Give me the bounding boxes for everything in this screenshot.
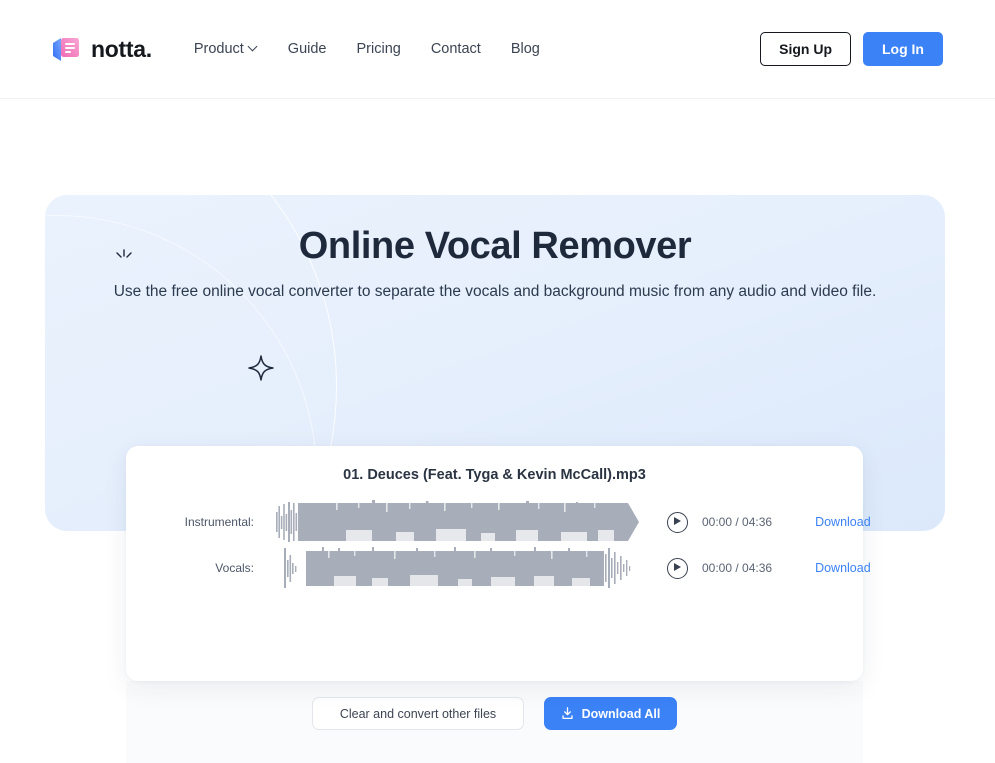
nav-item-contact[interactable]: Contact [431, 41, 481, 57]
page-title: Online Vocal Remover [45, 225, 945, 268]
time-display-instrumental: 00:00 / 04:36 [702, 515, 773, 529]
brand-name: notta. [91, 35, 152, 62]
page-title-text: Online Vocal Remover [298, 225, 692, 267]
download-all-label: Download All [581, 706, 661, 721]
track-controls-instrumental: 00:00 / 04:36 Download [667, 511, 871, 533]
file-name-label: 01. Deuces (Feat. Tyga & Kevin McCall).m… [343, 467, 646, 483]
track-row: Instrumental: 00:00 / 04:36 Download [126, 499, 871, 545]
nav-item-pricing-label: Pricing [356, 41, 401, 57]
sparkle-star-icon [248, 355, 274, 381]
sign-up-button[interactable]: Sign Up [760, 32, 851, 66]
nav-item-product[interactable]: Product [194, 41, 258, 57]
track-label-instrumental: Instrumental: [184, 515, 254, 529]
chevron-down-icon [249, 43, 258, 52]
notta-logo-icon [52, 36, 82, 63]
nav-item-pricing[interactable]: Pricing [357, 41, 401, 57]
brand-logo[interactable]: notta. [52, 36, 152, 63]
nav-item-blog-label: Blog [510, 41, 540, 57]
footer-action-bar: Clear and convert other files Download A… [126, 681, 863, 763]
nav-item-contact-label: Contact [430, 41, 481, 57]
waveform-vocals[interactable] [276, 546, 639, 590]
clear-and-convert-button[interactable]: Clear and convert other files [312, 697, 524, 730]
download-link-instrumental[interactable]: Download [815, 515, 871, 529]
nav-item-product-label: Product [193, 41, 244, 57]
download-all-button[interactable]: Download All [544, 697, 677, 730]
nav-item-blog[interactable]: Blog [511, 41, 540, 57]
nav-item-guide-label: Guide [287, 41, 327, 57]
sparkle-small-icon [113, 249, 135, 267]
log-in-button[interactable]: Log In [863, 32, 943, 66]
nav-item-guide[interactable]: Guide [288, 41, 327, 57]
header-actions: Sign Up Log In [760, 32, 943, 66]
play-button-instrumental[interactable] [667, 511, 688, 533]
main-nav: Product Guide Pricing Contact Blog [194, 41, 540, 57]
download-icon [561, 707, 574, 720]
site-header: notta. Product Guide Pricing Contact Blo… [0, 0, 995, 99]
play-button-vocals[interactable] [667, 557, 688, 579]
track-label-vocals: Vocals: [215, 561, 254, 575]
page-subtitle: Use the free online vocal converter to s… [113, 283, 877, 300]
time-display-vocals: 00:00 / 04:36 [702, 561, 773, 575]
waveform-instrumental[interactable] [276, 500, 639, 544]
player-card: 01. Deuces (Feat. Tyga & Kevin McCall).m… [126, 446, 871, 681]
track-controls-vocals: 00:00 / 04:36 Download [667, 557, 871, 579]
download-link-vocals[interactable]: Download [815, 561, 871, 575]
track-row: Vocals: 00:00 / 04:36 Download [126, 545, 871, 591]
